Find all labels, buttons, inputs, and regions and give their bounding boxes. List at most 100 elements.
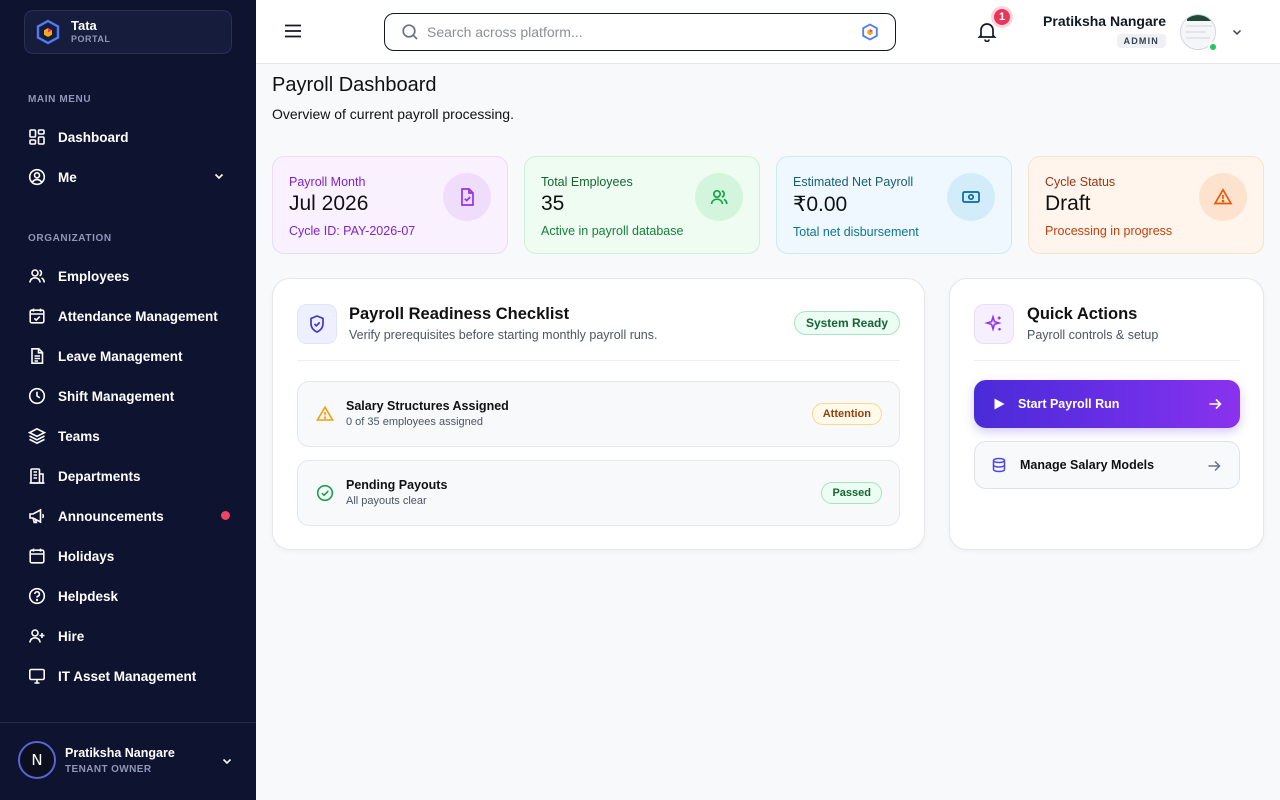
layers-icon [28, 427, 46, 445]
checklist-item-subtitle: All payouts clear [346, 495, 427, 507]
checklist-item: Salary Structures Assigned 0 of 35 emplo… [297, 381, 900, 447]
play-icon [994, 398, 1005, 410]
brand-switcher[interactable]: Tata PORTAL [24, 10, 232, 54]
banknote-icon [947, 173, 995, 221]
stat-card-cycle-status: Cycle Status Draft Processing in progres… [1028, 156, 1264, 254]
notification-dot [221, 511, 230, 520]
user-role-badge: ADMIN [1116, 34, 1166, 48]
checklist-title: Payroll Readiness Checklist [349, 305, 570, 323]
sidebar-item-label: Helpdesk [58, 588, 119, 604]
page-title: Payroll Dashboard [272, 74, 437, 96]
sidebar-item-label: Hire [58, 628, 85, 644]
sidebar-item-label: Holidays [58, 548, 115, 564]
stat-subtext: Total net disbursement [793, 225, 919, 239]
online-status-dot [1208, 42, 1218, 52]
sidebar-item-label: Employees [58, 268, 130, 284]
system-status-badge: System Ready [793, 311, 900, 335]
document-icon [28, 347, 46, 365]
stat-card-net-payroll: Estimated Net Payroll ₹0.00 Total net di… [776, 156, 1012, 254]
sidebar-item-label: Leave Management [58, 348, 183, 364]
manage-salary-models-button[interactable]: Manage Salary Models [974, 441, 1240, 489]
database-icon [992, 457, 1006, 473]
search-bar[interactable] [384, 13, 896, 51]
shield-check-icon [297, 304, 337, 344]
brand-logo-icon [862, 23, 878, 41]
user-circle-icon [28, 168, 46, 186]
sidebar-item-dashboard[interactable]: Dashboard [28, 123, 232, 151]
sidebar-item-departments[interactable]: Departments [28, 462, 232, 490]
brand-logo-icon [36, 19, 60, 45]
sidebar-item-it-assets[interactable]: IT Asset Management [28, 662, 232, 690]
search-input[interactable] [427, 24, 847, 40]
stat-subtext: Active in payroll database [541, 224, 684, 238]
sidebar-item-label: Announcements [58, 508, 164, 524]
calendar-check-icon [28, 307, 46, 325]
account-menu[interactable]: N Pratiksha Nangare TENANT OWNER [0, 722, 256, 800]
chevron-down-icon[interactable] [212, 169, 226, 183]
sidebar-item-label: Me [58, 169, 77, 185]
payroll-readiness-card: Payroll Readiness Checklist Verify prere… [272, 278, 925, 550]
sidebar-item-me[interactable]: Me [28, 163, 232, 191]
quick-actions-title: Quick Actions [1027, 305, 1138, 323]
stat-card-payroll-month: Payroll Month Jul 2026 Cycle ID: PAY-202… [272, 156, 508, 254]
notification-count-badge: 1 [991, 6, 1013, 28]
alert-triangle-icon [1199, 173, 1247, 221]
menu-icon[interactable] [284, 22, 302, 40]
checklist-item-title: Salary Structures Assigned [346, 399, 509, 413]
clock-icon [28, 387, 46, 405]
sidebar-item-label: Dashboard [58, 129, 129, 145]
status-badge: Passed [821, 482, 882, 504]
sidebar-item-teams[interactable]: Teams [28, 422, 232, 450]
user-plus-icon [28, 627, 46, 645]
sidebar-item-label: Attendance Management [58, 308, 218, 324]
main-menu-label: MAIN MENU [28, 94, 92, 105]
account-role: TENANT OWNER [65, 764, 152, 775]
calendar-icon [28, 547, 46, 565]
account-name: Pratiksha Nangare [65, 746, 175, 760]
top-header: 1 Pratiksha Nangare ADMIN [256, 0, 1280, 64]
arrow-right-icon [1208, 460, 1221, 472]
quick-actions-subtitle: Payroll controls & setup [1027, 328, 1159, 342]
arrow-right-icon [1209, 398, 1222, 410]
status-badge: Attention [811, 403, 882, 425]
sidebar-item-holidays[interactable]: Holidays [28, 542, 232, 570]
brand-subtitle: PORTAL [71, 34, 111, 44]
sidebar-item-label: Departments [58, 468, 141, 484]
file-check-icon [443, 173, 491, 221]
users-icon [695, 173, 743, 221]
button-label: Manage Salary Models [1020, 458, 1155, 472]
sidebar-item-label: IT Asset Management [58, 668, 197, 684]
divider [297, 360, 900, 361]
stat-card-total-employees: Total Employees 35 Active in payroll dat… [524, 156, 760, 254]
megaphone-icon [28, 507, 46, 525]
sparkles-icon [974, 304, 1014, 344]
sidebar-item-employees[interactable]: Employees [28, 262, 232, 290]
chevron-down-icon[interactable] [1231, 26, 1243, 38]
sidebar-item-label: Teams [58, 428, 100, 444]
stat-subtext: Cycle ID: PAY-2026-07 [289, 224, 416, 238]
building-icon [28, 467, 46, 485]
sidebar-item-hire[interactable]: Hire [28, 622, 232, 650]
user-name: Pratiksha Nangare [1043, 13, 1166, 29]
chevron-down-icon[interactable] [220, 754, 234, 768]
stat-subtext: Processing in progress [1045, 224, 1173, 238]
sidebar-item-helpdesk[interactable]: Helpdesk [28, 582, 232, 610]
sidebar-item-label: Shift Management [58, 388, 175, 404]
alert-triangle-icon [316, 405, 334, 421]
divider [974, 360, 1240, 361]
checklist-subtitle: Verify prerequisites before starting mon… [349, 328, 658, 342]
sidebar-item-shift[interactable]: Shift Management [28, 382, 232, 410]
start-payroll-run-button[interactable]: Start Payroll Run [974, 380, 1240, 428]
help-circle-icon [28, 587, 46, 605]
sidebar-item-attendance[interactable]: Attendance Management [28, 302, 232, 330]
checklist-item: Pending Payouts All payouts clear Passed [297, 460, 900, 526]
sidebar-item-announcements[interactable]: Announcements [28, 502, 232, 530]
checklist-item-subtitle: 0 of 35 employees assigned [346, 416, 483, 428]
monitor-icon [28, 667, 46, 685]
dashboard-icon [28, 128, 46, 146]
brand-name: Tata [71, 18, 97, 33]
sidebar-item-leave[interactable]: Leave Management [28, 342, 232, 370]
avatar: N [18, 741, 56, 779]
organization-label: ORGANIZATION [28, 233, 112, 244]
button-label: Start Payroll Run [1018, 397, 1120, 411]
